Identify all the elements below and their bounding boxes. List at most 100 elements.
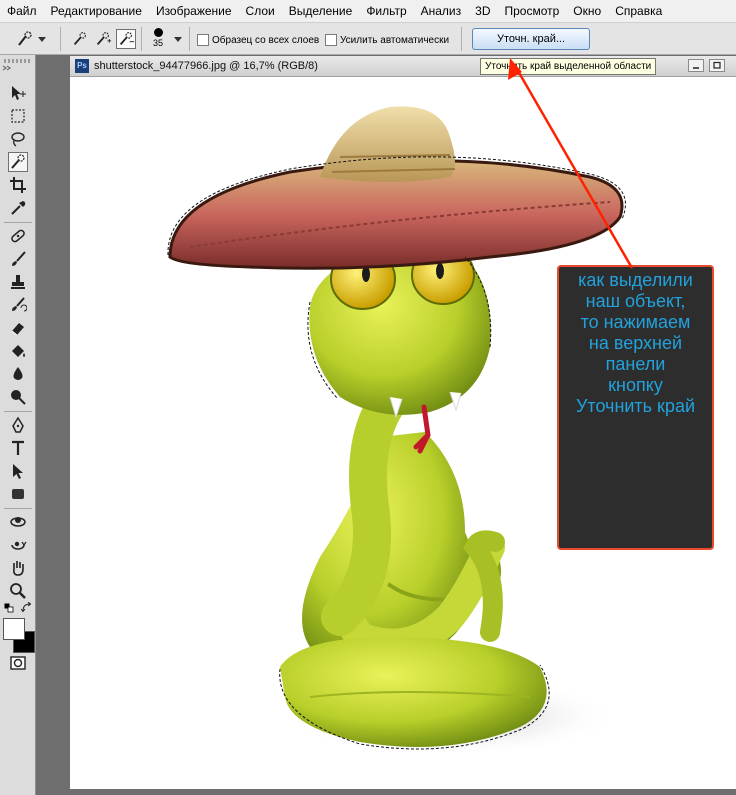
brush-tip-icon [153, 28, 163, 37]
menu-window[interactable]: Окно [566, 0, 608, 22]
options-divider [189, 27, 190, 51]
crop-tool-icon [10, 177, 26, 193]
hand-tool-icon [13, 561, 24, 576]
menu-layers[interactable]: Слои [239, 0, 282, 22]
brush-size-value: 35 [152, 38, 163, 48]
options-divider [141, 27, 142, 51]
document-title: shutterstock_94477966.jpg @ 16,7% (RGB/8… [94, 60, 318, 72]
options-divider [60, 27, 61, 51]
annotation-line: кнопку [608, 375, 663, 395]
refine-edge-button[interactable]: Уточн. край... [472, 28, 590, 50]
foreground-color-swatch[interactable] [3, 618, 25, 640]
move-tool-icon [12, 86, 26, 100]
menu-filter[interactable]: Фильтр [359, 0, 413, 22]
new-selection-mode-button[interactable] [70, 29, 90, 49]
toolbox-clone-stamp-tool[interactable] [8, 272, 28, 292]
options-bar: 35 Образец со всех слоев Усилить автомат… [0, 23, 736, 55]
history-brush-tool-icon [12, 297, 27, 312]
paint-bucket-tool-icon [12, 345, 25, 357]
subtract-from-selection-icon [119, 32, 135, 45]
add-to-selection-icon [96, 32, 112, 45]
toolbox-panel [0, 55, 36, 795]
sample-all-layers-checkbox[interactable]: Образец со всех слоев [197, 34, 319, 46]
toolbox-blur-tool[interactable] [8, 364, 28, 384]
menu-analysis[interactable]: Анализ [414, 0, 469, 22]
subtract-from-selection-mode-button[interactable] [116, 29, 136, 49]
marquee-tool-icon [11, 109, 25, 123]
tool-preset-picker[interactable] [14, 29, 34, 49]
toolbox-marquee-tool[interactable] [8, 106, 28, 126]
blur-tool-icon [13, 367, 23, 380]
toolbox-separator [4, 222, 32, 223]
annotation-line: как выделили [578, 270, 693, 290]
3d-orbit-tool-icon [11, 541, 27, 550]
toolbox-3d-orbit-tool[interactable] [8, 535, 28, 555]
chevron-down-icon[interactable] [174, 37, 182, 43]
toolbox-move-tool[interactable] [8, 83, 28, 103]
toolbox-healing-brush-tool[interactable] [8, 226, 28, 246]
collapse-double-arrow-icon[interactable] [2, 65, 12, 71]
eraser-tool-icon [11, 323, 24, 336]
toolbox-eraser-tool[interactable] [8, 318, 28, 338]
healing-brush-tool-icon [11, 229, 25, 243]
eyedropper-tool-icon [11, 201, 26, 215]
quick-selection-preset-icon [18, 31, 32, 46]
toolbox-eyedropper-tool[interactable] [8, 198, 28, 218]
default-colors-icon[interactable] [4, 603, 14, 613]
options-divider [461, 27, 462, 51]
chevron-down-icon[interactable] [38, 37, 46, 43]
menu-help[interactable]: Справка [608, 0, 669, 22]
toolbox-dodge-tool[interactable] [8, 387, 28, 407]
auto-enhance-checkbox[interactable]: Усилить автоматически [325, 34, 449, 46]
annotation-line: наш объект, [585, 291, 686, 311]
toolbox-crop-tool[interactable] [8, 175, 28, 195]
menu-image[interactable]: Изображение [149, 0, 239, 22]
toolbox-type-tool[interactable] [8, 438, 28, 458]
annotation-callout: как выделили наш объект, то нажимаем на … [557, 265, 714, 550]
quick-mask-icon [10, 656, 26, 670]
new-selection-icon [73, 32, 86, 45]
toolbox-path-selection-tool[interactable] [8, 461, 28, 481]
brush-size-picker[interactable]: 35 [151, 26, 165, 52]
toolbox-paint-bucket-tool[interactable] [8, 341, 28, 361]
menu-edit[interactable]: Редактирование [44, 0, 149, 22]
minimize-button[interactable] [688, 59, 704, 72]
add-to-selection-mode-button[interactable] [93, 29, 113, 49]
restore-icon [713, 61, 721, 69]
clone-stamp-tool-icon [11, 275, 25, 289]
annotation-line: на верхней [588, 333, 683, 353]
annotation-line: Уточнить край [575, 396, 696, 416]
menu-bar: Файл Редактирование Изображение Слои Выд… [0, 0, 736, 23]
menu-view[interactable]: Просмотр [497, 0, 566, 22]
menu-file[interactable]: Файл [0, 0, 44, 22]
menu-select[interactable]: Выделение [282, 0, 360, 22]
photoshop-document-icon: Ps [75, 59, 89, 73]
toolbox-grip[interactable] [4, 59, 32, 63]
toolbox-quick-mask-mode[interactable] [8, 653, 28, 673]
toolbox-hand-tool[interactable] [8, 558, 28, 578]
dodge-tool-icon [11, 390, 26, 405]
zoom-tool-icon [10, 583, 26, 599]
checkbox-box[interactable] [197, 34, 209, 46]
toolbox-rectangle-tool[interactable] [8, 484, 28, 504]
swap-colors-icon[interactable] [21, 602, 32, 613]
brush-tool-icon [12, 251, 26, 266]
toolbox-separator [4, 508, 32, 509]
type-tool-icon [12, 440, 24, 455]
toolbox-history-brush-tool[interactable] [8, 295, 28, 315]
menu-3d[interactable]: 3D [468, 0, 497, 22]
toolbox-zoom-tool[interactable] [8, 581, 28, 601]
pen-tool-icon [12, 416, 24, 433]
refine-edge-tooltip: Уточнить край выделенной области [480, 58, 657, 75]
toolbox-brush-tool[interactable] [8, 249, 28, 269]
toolbox-lasso-tool[interactable] [8, 129, 28, 149]
toolbox-separator [4, 411, 32, 412]
checkbox-box[interactable] [325, 34, 337, 46]
sample-all-layers-label: Образец со всех слоев [212, 34, 320, 46]
restore-button[interactable] [709, 59, 725, 72]
rectangle-tool-icon [12, 489, 24, 499]
3d-rotate-tool-icon [10, 517, 26, 527]
toolbox-3d-rotate-tool[interactable] [8, 512, 28, 532]
toolbox-pen-tool[interactable] [8, 415, 28, 435]
toolbox-quick-selection-tool[interactable] [8, 152, 28, 172]
